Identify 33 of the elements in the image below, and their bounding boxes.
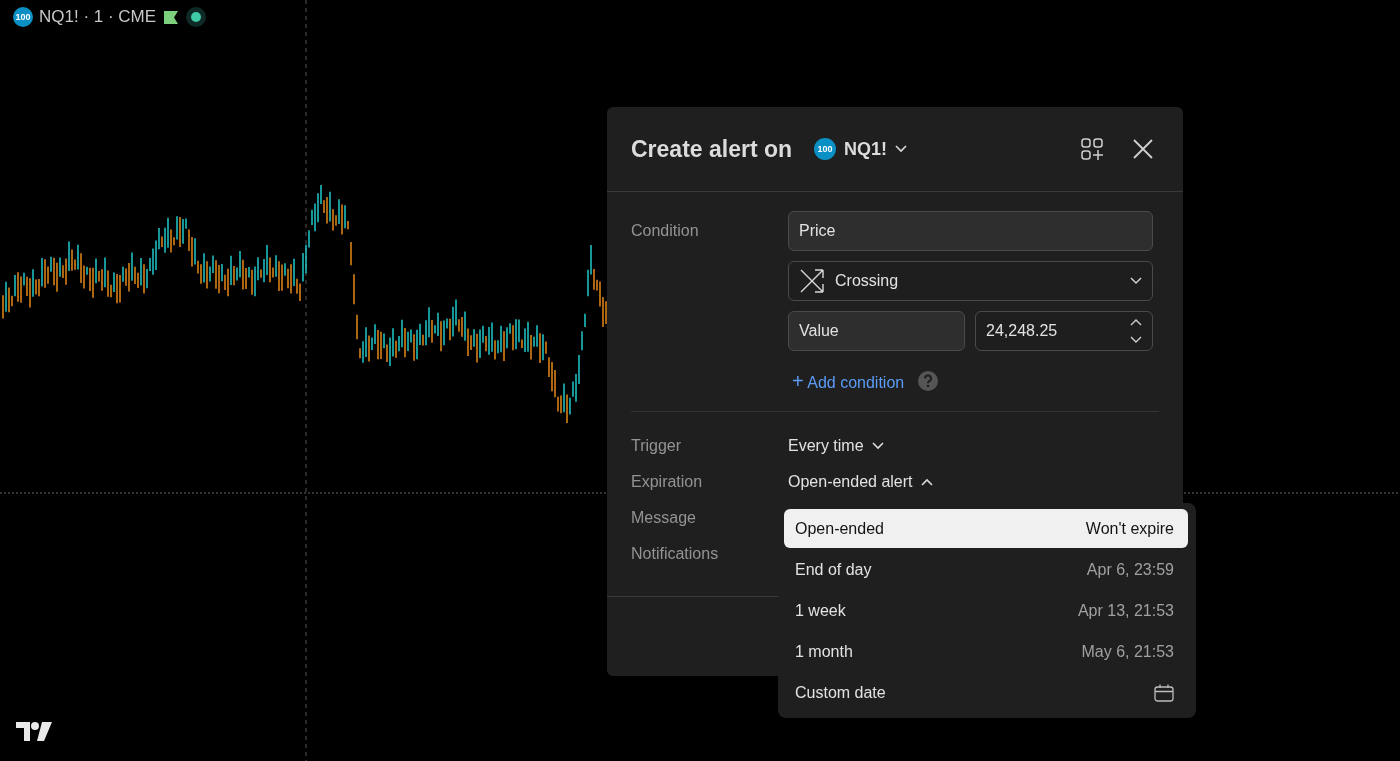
status-dot-icon: [186, 7, 207, 27]
target-select[interactable]: Value: [788, 311, 965, 351]
stepper-icon[interactable]: [1130, 318, 1142, 344]
dialog-title: Create alert on: [631, 135, 793, 163]
menu-item[interactable]: Custom date: [784, 673, 1188, 712]
menu-item[interactable]: 1 week Apr 13, 21:53: [784, 591, 1188, 630]
flag-icon: [164, 10, 179, 24]
add-condition-link[interactable]: + Add condition: [788, 369, 905, 393]
calendar-icon: [1154, 683, 1174, 702]
setting-label: Trigger: [631, 436, 683, 456]
symbol-badge: 100: [13, 7, 33, 27]
operator-dropdown[interactable]: Crossing: [788, 261, 1153, 301]
value-input[interactable]: 24,248.25: [975, 311, 1153, 351]
source-select[interactable]: Price: [788, 211, 1153, 251]
caret-icon: [920, 478, 933, 486]
logo-icon: [16, 722, 52, 741]
close-icon[interactable]: [1133, 139, 1153, 159]
setting-label: Message: [631, 508, 697, 528]
menu-item[interactable]: End of day Apr 6, 23:59: [784, 550, 1188, 589]
setting-dropdown[interactable]: Every time: [788, 437, 884, 455]
menu-item[interactable]: Open-ended Won't expire: [784, 509, 1188, 548]
crossing-arrows-icon: [799, 268, 825, 294]
caret-icon: [1130, 277, 1142, 285]
symbol-title[interactable]: NQ1! · 1 · CME: [39, 7, 157, 27]
setting-label: Expiration: [631, 472, 704, 492]
condition-label: Condition: [631, 221, 700, 241]
caret-icon: [895, 145, 908, 153]
add-widget-icon[interactable]: [1081, 138, 1103, 160]
symbol-selector[interactable]: 100 NQ1!: [814, 138, 908, 160]
menu-item[interactable]: 1 month May 6, 21:53: [784, 632, 1188, 671]
caret-icon: [871, 442, 884, 450]
setting-dropdown[interactable]: Open-ended alert: [788, 473, 933, 491]
setting-label: Notifications: [631, 544, 720, 564]
